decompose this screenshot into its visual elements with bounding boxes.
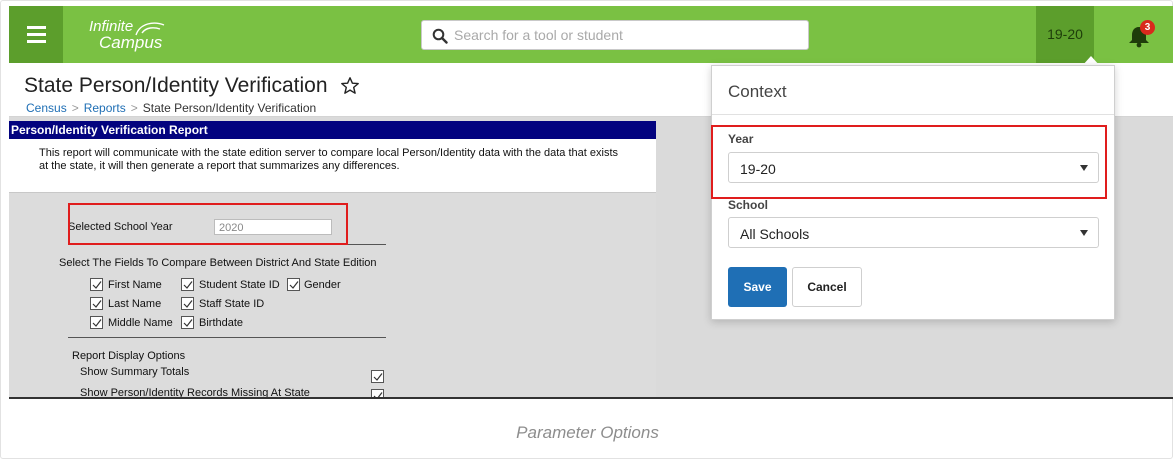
breadcrumb-separator-icon: >	[71, 101, 79, 115]
save-button[interactable]: Save	[728, 267, 787, 307]
infinite-campus-logo[interactable]: Infinite Campus	[89, 19, 165, 51]
chevron-down-icon	[1080, 230, 1088, 236]
chevron-down-icon	[1080, 165, 1088, 171]
breadcrumb-link-census[interactable]: Census	[26, 101, 67, 115]
year-select[interactable]: 19-20	[728, 152, 1099, 183]
year-select-value: 19-20	[740, 161, 776, 177]
gender-checkbox[interactable]	[287, 278, 300, 291]
breadcrumb-current: State Person/Identity Verification	[142, 101, 317, 115]
display-options-heading: Report Display Options	[72, 350, 186, 362]
show-summary-totals-label: Show Summary Totals	[80, 366, 190, 378]
gender-label: Gender	[304, 279, 341, 291]
app-screenshot: Infinite Campus 19-20 3 Sta	[9, 6, 1173, 399]
student-state-id-checkbox[interactable]	[181, 278, 194, 291]
divider	[712, 114, 1114, 115]
image-caption: Parameter Options	[516, 423, 659, 442]
menu-icon	[27, 33, 46, 36]
show-summary-totals-checkbox[interactable]	[371, 370, 384, 383]
favorite-star-icon[interactable]	[340, 76, 360, 96]
first-name-label: First Name	[108, 279, 162, 291]
divider	[68, 244, 386, 245]
menu-icon	[27, 40, 46, 43]
checkmark-icon	[92, 319, 102, 327]
school-select[interactable]: All Schools	[728, 217, 1099, 248]
page-title: State Person/Identity Verification	[24, 74, 328, 97]
first-name-checkbox[interactable]	[90, 278, 103, 291]
student-state-id-label: Student State ID	[199, 279, 280, 291]
breadcrumb-link-reports[interactable]: Reports	[84, 101, 126, 115]
staff-state-id-label: Staff State ID	[199, 298, 265, 310]
report-panel: Person/Identity Verification Report This…	[9, 121, 656, 399]
middle-name-checkbox[interactable]	[90, 316, 103, 329]
report-description: This report will communicate with the st…	[9, 139, 656, 193]
school-label: School	[728, 198, 769, 212]
breadcrumb: Census > Reports > State Person/Identity Ver…	[26, 101, 316, 115]
checkmark-icon	[183, 319, 193, 327]
divider	[68, 337, 386, 338]
report-header: Person/Identity Verification Report	[9, 121, 656, 139]
middle-name-label: Middle Name	[108, 317, 173, 329]
logo-swoosh-icon	[135, 22, 165, 36]
context-title: Context	[728, 82, 787, 101]
checkmark-icon	[373, 373, 383, 381]
menu-icon	[27, 26, 46, 29]
breadcrumb-separator-icon: >	[130, 101, 138, 115]
show-missing-records-checkbox[interactable]	[371, 389, 384, 397]
cancel-button[interactable]: Cancel	[792, 267, 862, 307]
hamburger-menu-button[interactable]	[9, 6, 63, 63]
checkmark-icon	[289, 281, 299, 289]
screenshot-frame: Infinite Campus 19-20 3 Sta	[0, 0, 1173, 459]
context-year-button[interactable]: 19-20	[1036, 6, 1094, 63]
year-label: Year	[728, 132, 754, 146]
last-name-label: Last Name	[108, 298, 162, 310]
checkmark-icon	[92, 300, 102, 308]
school-year-label: Selected School Year	[68, 221, 173, 233]
checkmark-icon	[92, 281, 102, 289]
school-select-value: All Schools	[740, 226, 810, 242]
checkmark-icon	[183, 300, 193, 308]
checkmark-icon	[183, 281, 193, 289]
context-dropdown: Context Year 19-20 School All Schools Sa…	[711, 65, 1115, 320]
notification-count-badge: 3	[1140, 20, 1155, 35]
search-input[interactable]	[454, 21, 794, 49]
school-year-field[interactable]	[214, 219, 332, 235]
staff-state-id-checkbox[interactable]	[181, 297, 194, 310]
last-name-checkbox[interactable]	[90, 297, 103, 310]
checkmark-icon	[373, 392, 383, 397]
show-missing-records-label: Show Person/Identity Records Missing At …	[80, 387, 310, 399]
search-icon	[432, 28, 448, 44]
birthdate-label: Birthdate	[199, 317, 244, 329]
top-bar: Infinite Campus 19-20 3	[9, 6, 1173, 63]
birthdate-checkbox[interactable]	[181, 316, 194, 329]
fields-heading: Select The Fields To Compare Between Dis…	[59, 257, 377, 269]
search-box[interactable]	[421, 20, 809, 50]
